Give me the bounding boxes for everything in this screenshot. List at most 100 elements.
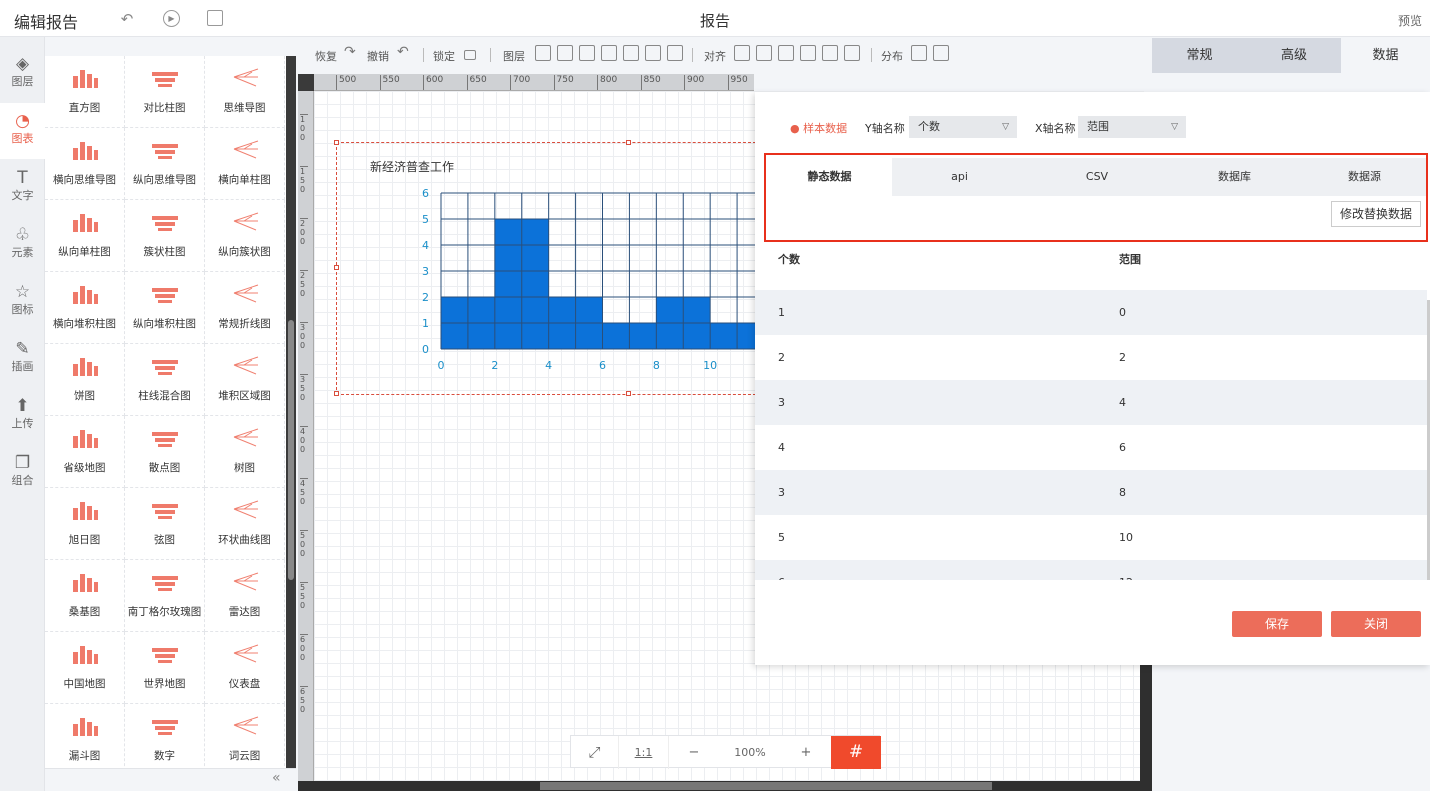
palette-item[interactable]: 数字 xyxy=(125,704,205,776)
divider xyxy=(423,48,424,62)
sidebar-item-7[interactable]: ❐ 组合 xyxy=(0,445,45,501)
scroll-thumb[interactable] xyxy=(288,320,294,580)
table-row[interactable]: 5 10 xyxy=(755,515,1427,560)
align-button[interactable]: 对齐 xyxy=(704,48,726,64)
resize-handle[interactable] xyxy=(334,391,339,396)
palette-item[interactable]: 横向思维导图 xyxy=(45,128,125,200)
undo-icon[interactable]: ↶ xyxy=(397,44,409,60)
y-axis-select[interactable]: 个数 ▽ xyxy=(909,116,1017,138)
palette-item[interactable]: 南丁格尔玫瑰图 xyxy=(125,560,205,632)
palette-item[interactable]: 纵向思维导图 xyxy=(125,128,205,200)
undo-button[interactable]: 撤销 xyxy=(367,48,389,64)
layer-down-icon[interactable] xyxy=(579,45,595,61)
sidebar-item-5[interactable]: ✎ 插画 xyxy=(0,331,45,387)
palette-item[interactable]: 散点图 xyxy=(125,416,205,488)
table-row[interactable]: 10 xyxy=(755,290,1427,335)
zoom-out-button[interactable]: − xyxy=(669,736,719,769)
sidebar-item-0[interactable]: ◈ 图层 xyxy=(0,46,45,102)
cell-count: 5 xyxy=(778,531,785,544)
grid-toggle-button[interactable]: # xyxy=(831,736,881,769)
align-left-icon[interactable] xyxy=(734,45,750,61)
x-axis-value: 范围 xyxy=(1087,120,1109,133)
resize-handle[interactable] xyxy=(626,391,631,396)
zoom-in-button[interactable]: + xyxy=(781,736,831,769)
table-row[interactable]: 38 xyxy=(755,470,1427,515)
palette-item[interactable]: 横向堆积柱图 xyxy=(45,272,125,344)
layer-bottom-icon[interactable] xyxy=(623,45,639,61)
palette-item[interactable]: 省级地图 xyxy=(45,416,125,488)
resize-handle[interactable] xyxy=(626,140,631,145)
chart-type-icon xyxy=(70,282,100,304)
fit-screen-icon[interactable]: ⤢ xyxy=(571,736,619,769)
delete-icon[interactable] xyxy=(645,45,661,61)
sidebar-item-label: 图标 xyxy=(11,303,34,316)
redo-button[interactable]: 恢复 xyxy=(315,48,337,64)
resize-handle[interactable] xyxy=(334,265,339,270)
palette-item[interactable]: 直方图 xyxy=(45,56,125,128)
palette-item[interactable]: 中国地图 xyxy=(45,632,125,704)
palette-item[interactable]: 饼图 xyxy=(45,344,125,416)
lock-icon[interactable] xyxy=(464,50,476,60)
x-axis-select[interactable]: 范围 ▽ xyxy=(1078,116,1186,138)
palette-item[interactable]: 堆积区域图 xyxy=(205,344,285,416)
actual-size-button[interactable]: 1:1 xyxy=(619,736,669,769)
palette-item[interactable]: 旭日图 xyxy=(45,488,125,560)
redo-icon[interactable]: ↷ xyxy=(344,44,356,60)
align-center-icon[interactable] xyxy=(756,45,772,61)
distribute-v-icon[interactable] xyxy=(933,45,949,61)
layer-top-icon[interactable] xyxy=(601,45,617,61)
layer-up-icon[interactable] xyxy=(557,45,573,61)
sidebar-item-label: 图表 xyxy=(11,132,34,145)
tab-advanced[interactable]: 高级 xyxy=(1247,38,1341,73)
copy-icon[interactable] xyxy=(667,45,683,61)
sidebar-item-6[interactable]: ⬆ 上传 xyxy=(0,388,45,444)
table-row[interactable]: 46 xyxy=(755,425,1427,470)
layer-group-icon[interactable] xyxy=(535,45,551,61)
sidebar-item-4[interactable]: ☆ 图标 xyxy=(0,274,45,330)
align-top-icon[interactable] xyxy=(800,45,816,61)
align-bottom-icon[interactable] xyxy=(844,45,860,61)
distribute-button[interactable]: 分布 xyxy=(881,48,903,64)
layer-button[interactable]: 图层 xyxy=(503,48,525,64)
palette-item[interactable]: 横向单柱图 xyxy=(205,128,285,200)
palette-item[interactable]: 桑基图 xyxy=(45,560,125,632)
tab-general[interactable]: 常规 xyxy=(1152,38,1247,73)
palette-item[interactable]: 树图 xyxy=(205,416,285,488)
palette-item[interactable]: 常规折线图 xyxy=(205,272,285,344)
palette-item[interactable]: 词云图 xyxy=(205,704,285,776)
palette-item[interactable]: 柱线混合图 xyxy=(125,344,205,416)
table-row[interactable]: 22 xyxy=(755,335,1427,380)
sidebar-item-3[interactable]: ♧ 元素 xyxy=(0,217,45,273)
palette-item[interactable]: 世界地图 xyxy=(125,632,205,704)
sidebar-item-2[interactable]: T 文字 xyxy=(0,160,45,216)
palette-item[interactable]: 仪表盘 xyxy=(205,632,285,704)
resize-handle[interactable] xyxy=(334,140,339,145)
horizontal-scroll-thumb[interactable] xyxy=(540,782,992,790)
preview-link[interactable]: 预览 xyxy=(1398,12,1422,29)
ruler-tick-label: 600 xyxy=(423,75,443,90)
ruler-tick-label: 500 xyxy=(300,530,308,558)
palette-item[interactable]: 雷达图 xyxy=(205,560,285,632)
sidebar-item-1[interactable]: ◔ 图表 xyxy=(0,103,45,159)
palette-item[interactable]: 簇状柱图 xyxy=(125,200,205,272)
lock-button[interactable]: 锁定 xyxy=(433,48,455,64)
tab-data[interactable]: 数据 xyxy=(1341,38,1430,73)
palette-item[interactable]: 对比柱图 xyxy=(125,56,205,128)
close-button[interactable]: 关闭 xyxy=(1331,611,1421,637)
table-row[interactable]: 34 xyxy=(755,380,1427,425)
palette-item[interactable]: 环状曲线图 xyxy=(205,488,285,560)
palette-item[interactable]: 漏斗图 xyxy=(45,704,125,776)
save-button[interactable]: 保存 xyxy=(1232,611,1322,637)
distribute-h-icon[interactable] xyxy=(911,45,927,61)
align-right-icon[interactable] xyxy=(778,45,794,61)
y-axis-value: 个数 xyxy=(918,120,940,133)
table-row[interactable]: 6 12 xyxy=(755,560,1427,580)
palette-item[interactable]: 纵向单柱图 xyxy=(45,200,125,272)
palette-item[interactable]: 纵向簇状图 xyxy=(205,200,285,272)
palette-item[interactable]: 纵向堆积柱图 xyxy=(125,272,205,344)
collapse-icon[interactable]: « xyxy=(272,770,281,786)
align-middle-icon[interactable] xyxy=(822,45,838,61)
palette-item[interactable]: 思维导图 xyxy=(205,56,285,128)
palette-item[interactable]: 弦图 xyxy=(125,488,205,560)
top-bar: 编辑报告 ↶ ▶ 报告 预览 xyxy=(0,0,1430,37)
